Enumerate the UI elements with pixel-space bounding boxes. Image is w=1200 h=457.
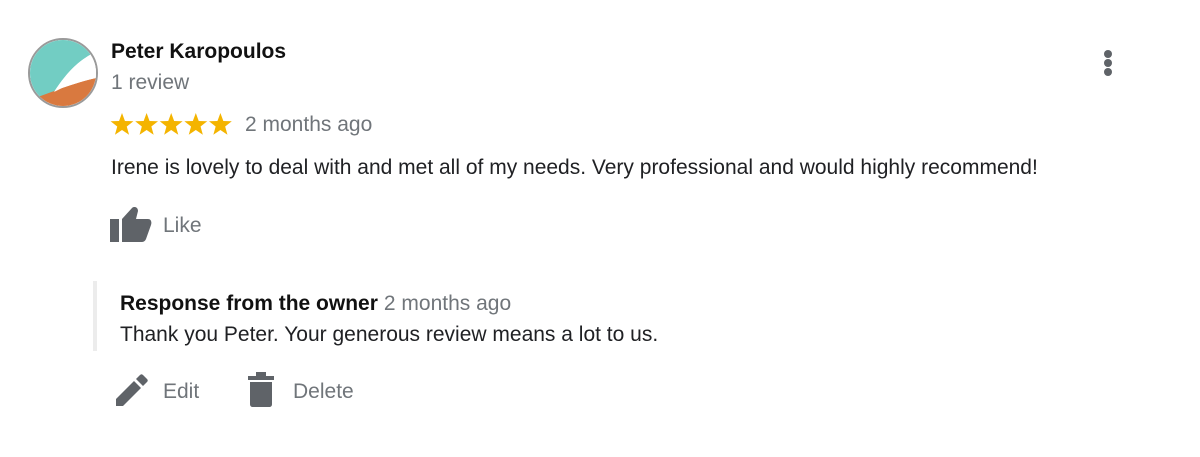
star-icon bbox=[159, 113, 183, 135]
reviewer-name[interactable]: Peter Karopoulos bbox=[111, 40, 286, 64]
response-title: Response from the owner bbox=[120, 292, 378, 315]
response-header: Response from the owner 2 months ago bbox=[120, 292, 511, 316]
trash-icon bbox=[248, 372, 274, 407]
like-button[interactable]: Like bbox=[110, 202, 220, 242]
edit-response-button[interactable]: Edit bbox=[113, 372, 223, 410]
review-text: Irene is lovely to deal with and met all… bbox=[111, 156, 1038, 179]
pencil-icon bbox=[116, 374, 148, 406]
response-text: Thank you Peter. Your generous review me… bbox=[120, 323, 659, 346]
star-icon bbox=[184, 113, 208, 135]
review-date: 2 months ago bbox=[245, 113, 373, 136]
reviewer-avatar[interactable] bbox=[28, 38, 98, 108]
delete-response-button[interactable]: Delete bbox=[246, 372, 376, 410]
response-date: 2 months ago bbox=[383, 292, 512, 315]
like-label: Like bbox=[163, 214, 202, 237]
more-options-button[interactable] bbox=[1094, 44, 1122, 82]
star-icon bbox=[110, 113, 134, 135]
thumb-up-icon bbox=[110, 207, 152, 242]
review-card: Peter Karopoulos 1 review 2 months ago I… bbox=[0, 0, 1200, 457]
avatar-image bbox=[30, 40, 96, 106]
owner-response: Response from the owner 2 months ago Than… bbox=[93, 281, 993, 351]
delete-label: Delete bbox=[293, 380, 354, 403]
more-vert-icon-dot bbox=[1104, 68, 1112, 76]
edit-label: Edit bbox=[163, 380, 200, 403]
reviewer-review-count: 1 review bbox=[111, 71, 190, 94]
star-icon bbox=[208, 113, 232, 135]
response-divider bbox=[93, 281, 97, 351]
star-icon bbox=[135, 113, 159, 135]
more-vert-icon-dot bbox=[1104, 59, 1112, 67]
star-rating bbox=[110, 113, 232, 135]
more-vert-icon bbox=[1104, 50, 1112, 58]
